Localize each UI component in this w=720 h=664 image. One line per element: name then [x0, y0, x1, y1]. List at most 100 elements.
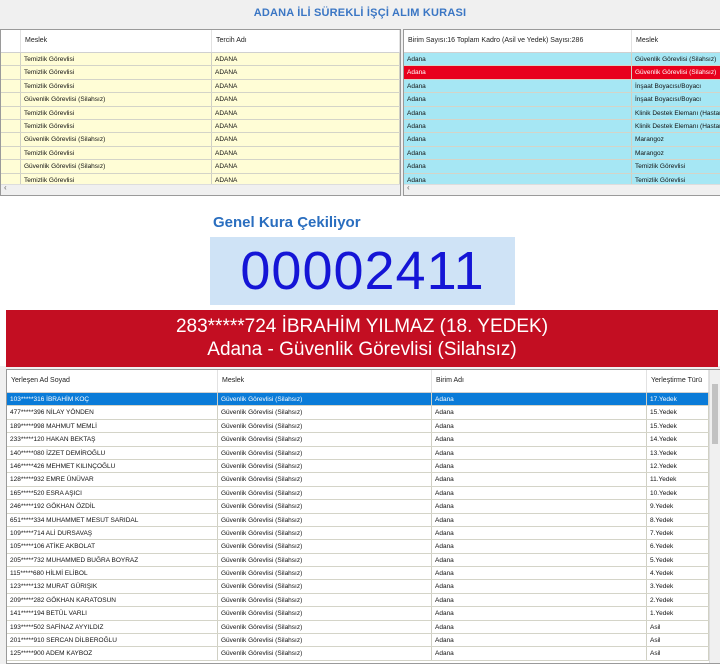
- yerlestirme-cell: 8.Yedek: [647, 513, 709, 526]
- birim-cell: Adana: [404, 93, 632, 106]
- column-header-meslek[interactable]: Meslek: [218, 370, 432, 392]
- row-indicator-header: [1, 30, 21, 52]
- tercih-cell: ADANA: [212, 106, 400, 119]
- results-row[interactable]: 115*****680 HİLMİ ELİBOL Güvenlik Görevli…: [7, 567, 720, 581]
- birim-cell: Adana: [404, 66, 632, 79]
- column-header-birim[interactable]: Birim Adı: [432, 370, 647, 392]
- right_grid-row[interactable]: Adana Marangoz: [404, 133, 720, 147]
- vertical-scrollbar[interactable]: [709, 370, 720, 663]
- row-indicator[interactable]: [1, 53, 21, 66]
- results-row[interactable]: 103*****316 İBRAHİM KOÇ Güvenlik Görevlis…: [7, 393, 720, 407]
- ad-soyad-cell: 233*****120 HAKAN BEKTAŞ: [7, 433, 218, 446]
- meslek-cell: Güvenlik Görevlisi (Silahsız): [218, 526, 432, 540]
- yerlestirme-cell: 4.Yedek: [647, 567, 709, 580]
- column-header-meslek[interactable]: Meslek: [632, 30, 720, 52]
- results-grid-header: Yerleşen Ad Soyad Meslek Birim Adı Yerle…: [7, 370, 720, 393]
- yerlestirme-cell: 10.Yedek: [647, 486, 709, 500]
- meslek-cell: Güvenlik Görevlisi (Silahsız): [218, 393, 432, 406]
- left-grid-body: Temizlik Görevlisi ADANA Temizlik Görevlis…: [1, 53, 400, 187]
- column-header-meslek[interactable]: Meslek: [21, 30, 212, 52]
- meslek-cell: Güvenlik Görevlisi (Silahsız): [218, 607, 432, 620]
- row-indicator[interactable]: [1, 133, 21, 146]
- ad-soyad-cell: 209*****282 GÖKHAN KARATOSUN: [7, 593, 218, 607]
- column-header-ad-soyad[interactable]: Yerleşen Ad Soyad: [7, 370, 218, 392]
- column-header-tercih[interactable]: Tercih Adı: [212, 30, 400, 52]
- left_grid-row[interactable]: Güvenlik Görevlisi (Silahsız) ADANA: [1, 93, 400, 107]
- left-grid[interactable]: Meslek Tercih Adı Temizlik Görevlisi ADAN…: [0, 29, 401, 196]
- left_grid-row[interactable]: Temizlik Görevlisi ADANA: [1, 106, 400, 120]
- scroll-left-arrow-icon[interactable]: ‹: [4, 183, 7, 192]
- results-row[interactable]: 165*****520 ESRA AŞICI Güvenlik Görevlisi…: [7, 486, 720, 501]
- row-indicator[interactable]: [1, 160, 21, 173]
- right-grid-body: Adana Güvenlik Görevlisi (Silahsız) Adana G…: [404, 53, 720, 187]
- birim-cell: Adana: [432, 473, 647, 486]
- left_grid-row[interactable]: Temizlik Görevlisi ADANA: [1, 53, 400, 67]
- results-row[interactable]: 246*****192 GÖKHAN ÖZDİL Güvenlik Görevli…: [7, 500, 720, 514]
- right_grid-row[interactable]: Adana Klinik Destek Elemanı (Hastan: [404, 119, 720, 134]
- results-row[interactable]: 123*****132 MURAT GÜRIŞIK Güvenlik Görevl…: [7, 580, 720, 594]
- results-row[interactable]: 109*****714 ALİ DURSAVAŞ Güvenlik Görevli…: [7, 526, 720, 541]
- left_grid-row[interactable]: Güvenlik Görevlisi (Silahsız) ADANA: [1, 133, 400, 147]
- right-grid[interactable]: Birim Sayısı:16 Toplam Kadro (Asil ve Ye…: [403, 29, 720, 196]
- right_grid-row[interactable]: Adana Temizlik Görevlisi: [404, 160, 720, 174]
- ad-soyad-cell: 115*****680 HİLMİ ELİBOL: [7, 567, 218, 580]
- results-row[interactable]: 651*****334 MUHAMMET MESUT SARIDAL Güvenl…: [7, 513, 720, 527]
- tercih-cell: ADANA: [212, 146, 400, 160]
- left_grid-row[interactable]: Temizlik Görevlisi ADANA: [1, 146, 400, 161]
- right_grid-row[interactable]: Adana Güvenlik Görevlisi (Silahsız): [404, 66, 720, 80]
- tercih-cell: ADANA: [212, 119, 400, 133]
- right_grid-row[interactable]: Adana İnşaat Boyacısı/Boyacı: [404, 79, 720, 94]
- left_grid-row[interactable]: Temizlik Görevlisi ADANA: [1, 79, 400, 94]
- meslek-cell: Klinik Destek Elemanı (Hastan: [632, 120, 720, 132]
- column-header-yerlestirme[interactable]: Yerleştirme Türü: [647, 370, 709, 392]
- right_grid-row[interactable]: Adana Klinik Destek Elemanı (Hastan: [404, 106, 720, 120]
- results-grid[interactable]: Yerleşen Ad Soyad Meslek Birim Adı Yerle…: [6, 369, 720, 664]
- right_grid-row[interactable]: Adana Marangoz: [404, 146, 720, 161]
- yerlestirme-cell: Asil: [647, 647, 709, 660]
- scroll-left-arrow-icon[interactable]: ‹: [407, 183, 410, 192]
- results-row[interactable]: 201*****910 SERCAN DİLBEROĞLU Güvenlik Gö…: [7, 634, 720, 648]
- left_grid-row[interactable]: Temizlik Görevlisi ADANA: [1, 119, 400, 134]
- column-header-birim[interactable]: Birim Sayısı:16 Toplam Kadro (Asil ve Ye…: [404, 30, 632, 52]
- left_grid-row[interactable]: Güvenlik Görevlisi (Silahsız) ADANA: [1, 160, 400, 174]
- results-row[interactable]: 140*****080 İZZET DEMİROĞLU Güvenlik Göre…: [7, 446, 720, 460]
- row-indicator[interactable]: [1, 93, 21, 106]
- results-row[interactable]: 125*****900 ADEM KAYBOZ Güvenlik Görevlis…: [7, 647, 720, 661]
- results-row[interactable]: 141*****194 BETÜL VARLI Güvenlik Görevlis…: [7, 607, 720, 621]
- birim-cell: Adana: [432, 540, 647, 553]
- ad-soyad-cell: 105*****106 ATİKE AKBOLAT: [7, 540, 218, 553]
- row-indicator[interactable]: [1, 66, 21, 79]
- ad-soyad-cell: 246*****192 GÖKHAN ÖZDİL: [7, 500, 218, 513]
- right_grid-row[interactable]: Adana Güvenlik Görevlisi (Silahsız): [404, 53, 720, 67]
- birim-cell: Adana: [432, 446, 647, 459]
- row-indicator[interactable]: [1, 146, 21, 160]
- results-row[interactable]: 209*****282 GÖKHAN KARATOSUN Güvenlik Gör…: [7, 593, 720, 608]
- left-grid-header: Meslek Tercih Adı: [1, 30, 400, 53]
- results-row[interactable]: 477*****396 NİLAY YÖNDEN Güvenlik Görevli…: [7, 406, 720, 420]
- results-row[interactable]: 193*****502 SAFİNAZ AYYILDIZ Güvenlik Gör…: [7, 620, 720, 635]
- yerlestirme-cell: 12.Yedek: [647, 459, 709, 473]
- horizontal-scrollbar[interactable]: ‹: [1, 183, 400, 195]
- results-row[interactable]: 189*****998 MAHMUT MEMLİ Güvenlik Görevli…: [7, 419, 720, 434]
- results-row[interactable]: 146*****426 MEHMET KILINÇOĞLU Güvenlik Gö…: [7, 459, 720, 474]
- left_grid-row[interactable]: Temizlik Görevlisi ADANA: [1, 66, 400, 80]
- ad-soyad-cell: 128*****932 EMRE ÜNÜVAR: [7, 473, 218, 486]
- app-title: ADANA İLİ SÜREKLİ İŞÇİ ALIM KURASI: [253, 7, 467, 19]
- yerlestirme-cell: 15.Yedek: [647, 406, 709, 419]
- right_grid-row[interactable]: Adana İnşaat Boyacısı/Boyacı: [404, 93, 720, 107]
- horizontal-scrollbar[interactable]: ‹: [404, 183, 720, 195]
- meslek-cell: Temizlik Görevlisi: [21, 79, 212, 93]
- yerlestirme-cell: 2.Yedek: [647, 593, 709, 607]
- birim-cell: Adana: [432, 513, 647, 526]
- row-indicator[interactable]: [1, 119, 21, 133]
- meslek-cell: Güvenlik Görevlisi (Silahsız): [218, 540, 432, 553]
- birim-cell: Adana: [432, 567, 647, 580]
- scrollbar-thumb[interactable]: [712, 384, 718, 444]
- results-row[interactable]: 105*****106 ATİKE AKBOLAT Güvenlik Görevl…: [7, 540, 720, 554]
- row-indicator[interactable]: [1, 106, 21, 119]
- results-row[interactable]: 233*****120 HAKAN BEKTAŞ Güvenlik Görevli…: [7, 433, 720, 447]
- results-row[interactable]: 128*****932 EMRE ÜNÜVAR Güvenlik Görevlis…: [7, 473, 720, 487]
- results-row[interactable]: 205*****732 MUHAMMED BUĞRA BOYRAZ Güvenli…: [7, 553, 720, 568]
- row-indicator[interactable]: [1, 79, 21, 93]
- tercih-cell: ADANA: [212, 53, 400, 66]
